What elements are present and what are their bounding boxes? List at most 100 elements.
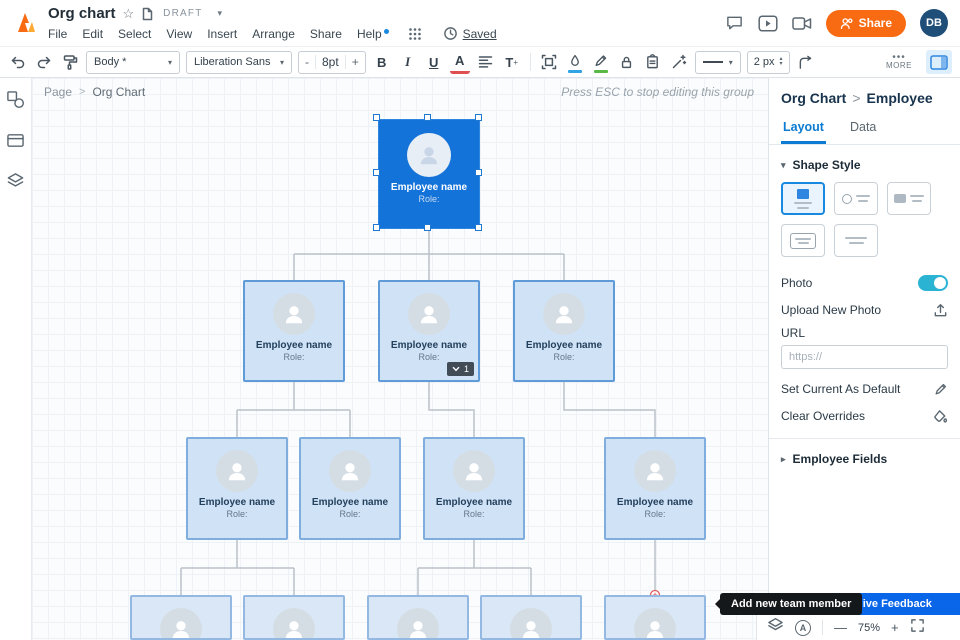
url-input[interactable] xyxy=(781,345,948,369)
org-node[interactable]: Employee name Role: xyxy=(243,280,345,382)
org-node[interactable] xyxy=(480,595,582,640)
font-size-value[interactable]: 8pt xyxy=(316,55,345,69)
font-size-decrease[interactable]: - xyxy=(299,55,316,69)
lock-icon[interactable] xyxy=(617,50,637,74)
caret-down-icon: ▾ xyxy=(779,61,783,67)
org-node[interactable]: Employee name Role: xyxy=(423,437,525,540)
menu-arrange[interactable]: Arrange xyxy=(252,27,295,41)
lucid-logo-icon[interactable] xyxy=(12,10,38,36)
org-node-root-selected[interactable]: Employee name Role: xyxy=(378,119,480,229)
org-node[interactable] xyxy=(243,595,345,640)
photo-toggle[interactable] xyxy=(918,275,948,291)
selection-handle[interactable] xyxy=(373,114,380,121)
breadcrumb-page[interactable]: Page xyxy=(44,85,72,99)
breadcrumb-chart[interactable]: Org Chart xyxy=(92,85,145,99)
redo-icon[interactable] xyxy=(34,50,54,74)
selection-handle[interactable] xyxy=(475,224,482,231)
menu-share[interactable]: Share xyxy=(310,27,342,41)
style-option-text-only[interactable] xyxy=(834,224,878,257)
right-panel-toggle-icon[interactable] xyxy=(926,50,952,74)
diagram-canvas[interactable]: Page > Org Chart Press ESC to stop editi… xyxy=(32,78,768,640)
italic-button[interactable]: I xyxy=(398,50,418,74)
format-painter-icon[interactable] xyxy=(60,50,80,74)
video-camera-icon[interactable] xyxy=(791,16,812,31)
frame-tool-icon[interactable] xyxy=(6,132,25,154)
employee-fields-section-header[interactable]: ▸ Employee Fields xyxy=(781,452,948,466)
style-option-photo-top[interactable] xyxy=(781,182,825,215)
selection-handle[interactable] xyxy=(373,169,380,176)
set-default-row[interactable]: Set Current As Default xyxy=(781,377,948,401)
magic-wand-icon[interactable] xyxy=(669,50,689,74)
tutorial-video-icon[interactable] xyxy=(758,14,778,32)
style-option-text-box[interactable] xyxy=(781,224,825,257)
favorite-star-icon[interactable]: ☆ xyxy=(123,7,135,20)
shape-frame-icon[interactable] xyxy=(539,50,559,74)
comments-icon[interactable] xyxy=(725,14,744,32)
apps-waffle-icon[interactable] xyxy=(408,27,422,41)
zoom-in-button[interactable]: + xyxy=(891,620,899,635)
save-status[interactable]: Saved xyxy=(443,26,497,41)
layers-icon[interactable] xyxy=(767,617,784,638)
font-family-dropdown[interactable]: Liberation Sans ▾ xyxy=(186,50,292,74)
more-tools-button[interactable]: ••• MORE xyxy=(886,53,912,70)
menu-view[interactable]: View xyxy=(166,27,192,41)
bold-button[interactable]: B xyxy=(372,50,392,74)
canvas-header: Page > Org Chart Press ESC to stop editi… xyxy=(44,85,754,99)
org-node[interactable]: Employee name Role: xyxy=(604,437,706,540)
text-color-button[interactable]: A xyxy=(449,50,470,74)
menu-select[interactable]: Select xyxy=(118,27,151,41)
org-node[interactable] xyxy=(367,595,469,640)
text-style-dropdown[interactable]: Body * ▾ xyxy=(86,50,180,74)
connector-style-icon[interactable] xyxy=(796,50,816,74)
panel-breadcrumb-parent[interactable]: Org Chart xyxy=(781,90,846,106)
menu-help[interactable]: Help xyxy=(357,27,389,41)
text-align-icon[interactable] xyxy=(476,50,496,74)
zoom-level[interactable]: 75% xyxy=(858,622,880,634)
zoom-out-button[interactable]: — xyxy=(834,620,847,635)
tab-layout[interactable]: Layout xyxy=(781,116,826,144)
org-node[interactable]: Employee name Role: 1 xyxy=(378,280,480,382)
panel-breadcrumb: Org Chart > Employee xyxy=(781,78,948,116)
shape-style-section-header[interactable]: ▾ Shape Style xyxy=(781,158,948,172)
selection-handle[interactable] xyxy=(475,169,482,176)
fullscreen-icon[interactable] xyxy=(910,618,925,638)
caret-right-icon: ▸ xyxy=(781,453,786,464)
upload-photo-row[interactable]: Upload New Photo xyxy=(781,298,948,322)
line-style-dropdown[interactable]: ▾ xyxy=(694,50,741,74)
shapes-panel-icon[interactable] xyxy=(6,90,25,114)
shape-data-icon[interactable] xyxy=(643,50,663,74)
employee-name: Employee name xyxy=(255,340,333,351)
menu-insert[interactable]: Insert xyxy=(207,27,237,41)
user-avatar[interactable]: DB xyxy=(920,9,948,37)
layers-panel-icon[interactable] xyxy=(6,172,25,195)
selection-handle[interactable] xyxy=(373,224,380,231)
style-option-circle-left[interactable] xyxy=(834,182,878,215)
collapse-count-badge[interactable]: 1 xyxy=(446,362,474,376)
fill-color-icon[interactable] xyxy=(565,50,585,74)
text-options-icon[interactable]: T + xyxy=(502,50,522,74)
menu-file[interactable]: File xyxy=(48,27,67,41)
share-button[interactable]: Share xyxy=(825,9,906,37)
draft-caret-icon[interactable]: ▾ xyxy=(218,8,223,19)
org-node[interactable] xyxy=(130,595,232,640)
selection-handle[interactable] xyxy=(424,114,431,121)
photo-row: Photo xyxy=(781,271,948,295)
style-option-photo-left[interactable] xyxy=(887,182,931,215)
font-size-increase[interactable]: + xyxy=(344,55,365,69)
org-node[interactable]: Employee name Role: xyxy=(186,437,288,540)
org-node[interactable] xyxy=(604,595,706,640)
org-node[interactable]: Employee name Role: xyxy=(513,280,615,382)
underline-button[interactable]: U xyxy=(424,50,444,74)
clear-overrides-row[interactable]: Clear Overrides xyxy=(781,404,948,428)
document-status-icon xyxy=(141,7,154,21)
menu-edit[interactable]: Edit xyxy=(82,27,103,41)
selection-handle[interactable] xyxy=(424,224,431,231)
undo-icon[interactable] xyxy=(8,50,28,74)
tab-data[interactable]: Data xyxy=(848,116,878,144)
line-color-icon[interactable] xyxy=(591,50,611,74)
line-width-stepper[interactable]: 2 px ▴ ▾ xyxy=(746,50,790,74)
org-node[interactable]: Employee name Role: xyxy=(299,437,401,540)
accessibility-icon[interactable]: A xyxy=(795,619,811,636)
document-title[interactable]: Org chart xyxy=(48,5,116,22)
selection-handle[interactable] xyxy=(475,114,482,121)
